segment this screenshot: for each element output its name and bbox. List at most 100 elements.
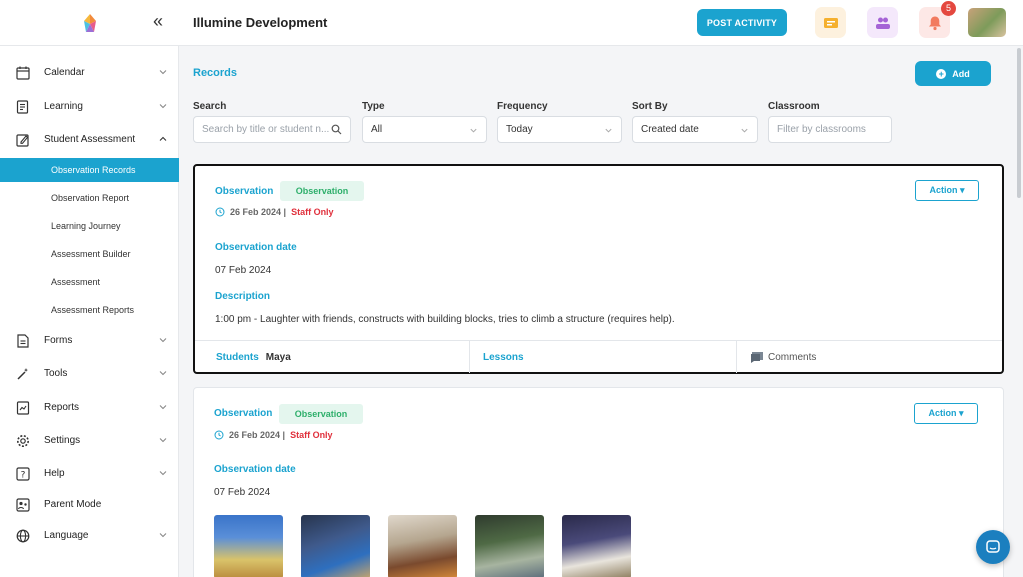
- description-title: Description: [215, 291, 271, 302]
- sidebar-subitem-assessment[interactable]: Assessment: [0, 270, 179, 294]
- type-value: All: [371, 124, 383, 135]
- chevron-down-icon: [159, 405, 167, 410]
- sidebar-item-forms[interactable]: Forms: [0, 329, 179, 353]
- sidebar-item-settings[interactable]: Settings: [0, 429, 179, 453]
- action-dropdown-button[interactable]: Action ▾: [915, 180, 979, 201]
- sidebar-item-help[interactable]: ? Help: [0, 462, 179, 486]
- clock-icon: [215, 207, 225, 217]
- forms-icon: [17, 334, 29, 348]
- comments-label: Comments: [768, 351, 817, 363]
- app-logo[interactable]: [78, 12, 102, 36]
- record-meta: 26 Feb 2024 | Staff Only: [215, 207, 334, 217]
- comment-icon: [751, 352, 763, 363]
- sidebar-item-label: Learning: [44, 101, 83, 112]
- post-activity-button[interactable]: POST ACTIVITY: [697, 9, 787, 36]
- description-text: 1:00 pm - Laughter with friends, constru…: [215, 314, 675, 325]
- magic-wand-icon: [17, 368, 28, 380]
- chevron-down-icon: [159, 471, 167, 476]
- sidebar-subitem-assessment-reports[interactable]: Assessment Reports: [0, 298, 179, 322]
- search-icon: [331, 124, 342, 135]
- students-section[interactable]: Students Maya: [216, 341, 291, 373]
- sidebar-subitem-label: Learning Journey: [51, 221, 121, 231]
- observation-pill: Observation: [279, 404, 363, 424]
- search-label: Search: [193, 101, 227, 112]
- comments-button[interactable]: Comments: [750, 341, 816, 373]
- search-input[interactable]: Search by title or student n...: [193, 116, 351, 143]
- frequency-value: Today: [506, 124, 533, 135]
- clock-icon: [214, 430, 224, 440]
- classroom-placeholder: Filter by classrooms: [777, 124, 866, 135]
- page-title: Records: [193, 67, 238, 79]
- sidebar-item-calendar[interactable]: Calendar: [0, 61, 179, 85]
- footer-divider: [469, 341, 470, 373]
- sidebar-item-label: Language: [44, 530, 89, 541]
- add-record-button[interactable]: + Add: [915, 61, 991, 86]
- svg-text:?: ?: [21, 471, 26, 481]
- calendar-icon: [16, 66, 30, 80]
- visibility-label: Staff Only: [290, 430, 333, 440]
- observation-photo[interactable]: [562, 515, 631, 577]
- frequency-select[interactable]: Today: [497, 116, 622, 143]
- chevron-up-icon: [159, 136, 167, 141]
- observation-photo[interactable]: [214, 515, 283, 577]
- observation-pill: Observation: [280, 181, 364, 201]
- sidebar-subitem-observation-report[interactable]: Observation Report: [0, 186, 179, 210]
- sidebar-item-label: Settings: [44, 435, 81, 446]
- sidebar-subitem-label: Observation Records: [51, 165, 136, 175]
- reports-icon: [16, 401, 30, 415]
- sidebar: Calendar Learning Student Assessment Obs…: [0, 46, 179, 577]
- observation-photo[interactable]: [301, 515, 370, 577]
- observation-date-value: 07 Feb 2024: [214, 487, 271, 498]
- observation-photo[interactable]: [475, 515, 544, 577]
- sidebar-item-student-assessment[interactable]: Student Assessment: [0, 128, 179, 152]
- classroom-filter-input[interactable]: Filter by classrooms: [768, 116, 892, 143]
- type-label: Type: [362, 101, 385, 112]
- sidebar-item-label: Help: [44, 468, 65, 479]
- collapse-sidebar-icon[interactable]: «: [153, 12, 163, 30]
- sidebar-item-parent-mode[interactable]: Parent Mode: [0, 493, 179, 517]
- observation-date-value: 07 Feb 2024: [215, 265, 272, 276]
- sidebar-item-tools[interactable]: Tools: [0, 362, 179, 386]
- chat-icon: [986, 540, 1000, 553]
- lessons-label: Lessons: [483, 351, 524, 363]
- parent-mode-icon: [16, 498, 30, 512]
- sidebar-item-learning[interactable]: Learning: [0, 95, 179, 119]
- observation-card: Observation Observation 26 Feb 2024 | St…: [193, 164, 1004, 374]
- sidebar-subitem-observation-records[interactable]: Observation Records: [0, 158, 179, 182]
- sidebar-item-label: Forms: [44, 335, 73, 346]
- observation-type-label: Observation: [214, 408, 273, 419]
- staff-icon[interactable]: [867, 7, 898, 38]
- lessons-section[interactable]: Lessons: [483, 341, 524, 373]
- sidebar-subitem-label: Assessment: [51, 277, 101, 287]
- observation-photo[interactable]: [388, 515, 457, 577]
- sidebar-subitem-label: Assessment Builder: [51, 249, 131, 259]
- sidebar-item-language[interactable]: Language: [0, 524, 179, 548]
- sidebar-item-reports[interactable]: Reports: [0, 396, 179, 420]
- chevron-down-icon: [159, 533, 167, 538]
- chevron-down-icon: [159, 104, 167, 109]
- user-avatar[interactable]: [968, 8, 1006, 37]
- page-scrollbar[interactable]: [1017, 48, 1021, 198]
- card-footer: Students Maya Lessons Comments: [195, 340, 1002, 373]
- chevron-down-icon: [159, 371, 167, 376]
- record-date: 26 Feb 2024 |: [229, 430, 286, 440]
- sidebar-subitem-assessment-builder[interactable]: Assessment Builder: [0, 242, 179, 266]
- record-meta: 26 Feb 2024 | Staff Only: [214, 430, 333, 440]
- chevron-down-icon: [159, 70, 167, 75]
- sidebar-subitem-learning-journey[interactable]: Learning Journey: [0, 214, 179, 238]
- students-label: Students: [216, 351, 259, 363]
- sidebar-item-label: Parent Mode: [44, 499, 102, 510]
- sidebar-subitem-label: Assessment Reports: [51, 305, 135, 315]
- search-placeholder: Search by title or student n...: [202, 124, 330, 135]
- sort-by-select[interactable]: Created date: [632, 116, 758, 143]
- gear-icon: [17, 435, 29, 447]
- action-dropdown-button[interactable]: Action ▾: [914, 403, 978, 424]
- chat-support-button[interactable]: [976, 530, 1010, 564]
- type-select[interactable]: All: [362, 116, 487, 143]
- record-date: 26 Feb 2024 |: [230, 207, 287, 217]
- add-button-label: Add: [952, 68, 970, 79]
- chevron-down-icon: [605, 128, 612, 133]
- messages-icon[interactable]: [815, 7, 846, 38]
- sidebar-subitem-label: Observation Report: [51, 193, 130, 203]
- student-name: Maya: [265, 351, 291, 363]
